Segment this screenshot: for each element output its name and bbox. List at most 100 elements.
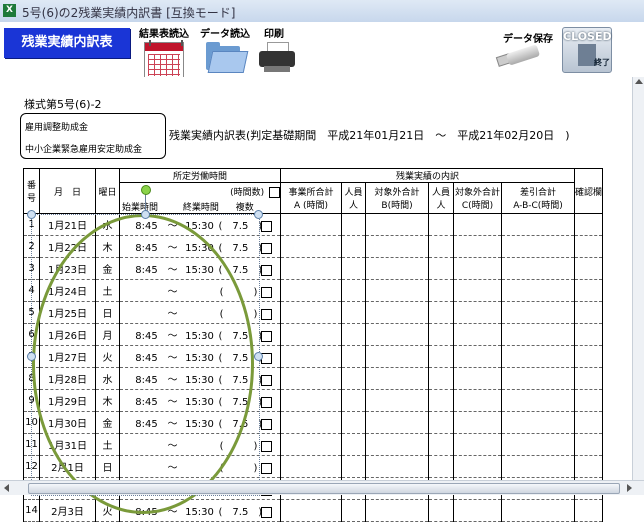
overtime-cell[interactable] <box>428 213 454 236</box>
overtime-cell[interactable] <box>453 235 502 258</box>
overtime-cell[interactable] <box>341 411 366 434</box>
overtime-cell[interactable] <box>501 235 575 258</box>
overtime-cell[interactable] <box>365 367 429 390</box>
confirm-cell[interactable] <box>574 279 603 302</box>
overtime-cell[interactable] <box>341 389 366 412</box>
confirm-cell[interactable] <box>574 235 603 258</box>
row-date[interactable]: 2月3日 <box>39 499 96 522</box>
multi-checkbox[interactable] <box>260 220 272 232</box>
overtime-cell[interactable] <box>280 499 342 522</box>
overtime-cell[interactable] <box>280 235 342 258</box>
overtime-cell[interactable] <box>501 323 575 346</box>
scroll-thumb[interactable] <box>28 483 620 494</box>
vertical-scrollbar[interactable] <box>632 77 644 480</box>
overtime-cell[interactable] <box>501 279 575 302</box>
overtime-cell[interactable] <box>280 323 342 346</box>
load-data-button[interactable]: データ読込 <box>200 25 250 73</box>
usb-drive-icon[interactable] <box>495 44 543 67</box>
overtime-cell[interactable] <box>453 279 502 302</box>
confirm-cell[interactable] <box>574 411 603 434</box>
overtime-cell[interactable] <box>280 411 342 434</box>
multi-checkbox[interactable] <box>260 264 272 276</box>
overtime-cell[interactable] <box>365 235 429 258</box>
overtime-cell[interactable] <box>501 367 575 390</box>
overtime-cell[interactable] <box>501 499 575 522</box>
overtime-cell[interactable] <box>428 323 454 346</box>
overtime-cell[interactable] <box>428 301 454 324</box>
overtime-cell[interactable] <box>365 323 429 346</box>
close-button[interactable]: CLOSED 終了 <box>562 27 612 73</box>
overtime-cell[interactable] <box>501 345 575 368</box>
overtime-cell[interactable] <box>428 235 454 258</box>
overtime-cell[interactable] <box>453 345 502 368</box>
overtime-cell[interactable] <box>365 279 429 302</box>
overtime-cell[interactable] <box>365 455 429 478</box>
overtime-cell[interactable] <box>280 213 342 236</box>
resize-handle-tc[interactable] <box>141 210 150 219</box>
overtime-cell[interactable] <box>280 455 342 478</box>
resize-handle-mr[interactable] <box>254 352 263 361</box>
overtime-cell[interactable] <box>501 301 575 324</box>
overtime-cell[interactable] <box>341 301 366 324</box>
multi-checkbox[interactable] <box>260 418 272 430</box>
overtime-cell[interactable] <box>341 433 366 456</box>
overtime-cell[interactable] <box>428 411 454 434</box>
multi-checkbox[interactable] <box>260 286 272 298</box>
confirm-cell[interactable] <box>574 499 603 522</box>
header-checkbox[interactable] <box>269 186 280 198</box>
confirm-cell[interactable] <box>574 257 603 280</box>
overtime-cell[interactable] <box>341 213 366 236</box>
overtime-cell[interactable] <box>280 301 342 324</box>
overtime-cell[interactable] <box>365 213 429 236</box>
overtime-cell[interactable] <box>428 345 454 368</box>
overtime-cell[interactable] <box>501 433 575 456</box>
overtime-cell[interactable] <box>453 323 502 346</box>
overtime-cell[interactable] <box>365 257 429 280</box>
confirm-cell[interactable] <box>574 345 603 368</box>
overtime-cell[interactable] <box>453 433 502 456</box>
overtime-cell[interactable] <box>365 499 429 522</box>
overtime-cell[interactable] <box>365 411 429 434</box>
confirm-cell[interactable] <box>574 213 603 236</box>
overtime-cell[interactable] <box>280 389 342 412</box>
multi-checkbox[interactable] <box>260 374 272 386</box>
rotation-handle[interactable] <box>141 185 151 195</box>
overtime-cell[interactable] <box>428 433 454 456</box>
overtime-cell[interactable] <box>453 499 502 522</box>
overtime-cell[interactable] <box>501 411 575 434</box>
overtime-cell[interactable] <box>280 257 342 280</box>
multi-checkbox[interactable] <box>260 330 272 342</box>
overtime-cell[interactable] <box>428 455 454 478</box>
resize-handle-tl[interactable] <box>27 210 36 219</box>
overtime-cell[interactable] <box>428 389 454 412</box>
overtime-cell[interactable] <box>365 389 429 412</box>
overtime-cell[interactable] <box>341 323 366 346</box>
overtime-cell[interactable] <box>501 455 575 478</box>
overtime-cell[interactable] <box>280 433 342 456</box>
overtime-cell[interactable] <box>341 499 366 522</box>
overtime-cell[interactable] <box>453 367 502 390</box>
overtime-cell[interactable] <box>365 345 429 368</box>
overtime-cell[interactable] <box>428 257 454 280</box>
confirm-cell[interactable] <box>574 301 603 324</box>
confirm-cell[interactable] <box>574 367 603 390</box>
load-results-button[interactable]: 結果表読込 <box>139 25 189 80</box>
overtime-cell[interactable] <box>428 279 454 302</box>
multi-checkbox[interactable] <box>260 396 272 408</box>
multi-checkbox[interactable] <box>260 506 272 518</box>
overtime-cell[interactable] <box>453 455 502 478</box>
overtime-cell[interactable] <box>341 345 366 368</box>
overtime-cell[interactable] <box>453 411 502 434</box>
overtime-cell[interactable] <box>280 367 342 390</box>
overtime-cell[interactable] <box>365 433 429 456</box>
multi-checkbox[interactable] <box>260 308 272 320</box>
overtime-cell[interactable] <box>341 279 366 302</box>
overtime-cell[interactable] <box>341 235 366 258</box>
confirm-cell[interactable] <box>574 389 603 412</box>
overtime-cell[interactable] <box>365 301 429 324</box>
overtime-cell[interactable] <box>280 279 342 302</box>
multi-checkbox[interactable] <box>260 242 272 254</box>
horizontal-scrollbar[interactable] <box>0 480 644 495</box>
overtime-cell[interactable] <box>341 455 366 478</box>
scroll-up-icon[interactable] <box>635 79 643 84</box>
